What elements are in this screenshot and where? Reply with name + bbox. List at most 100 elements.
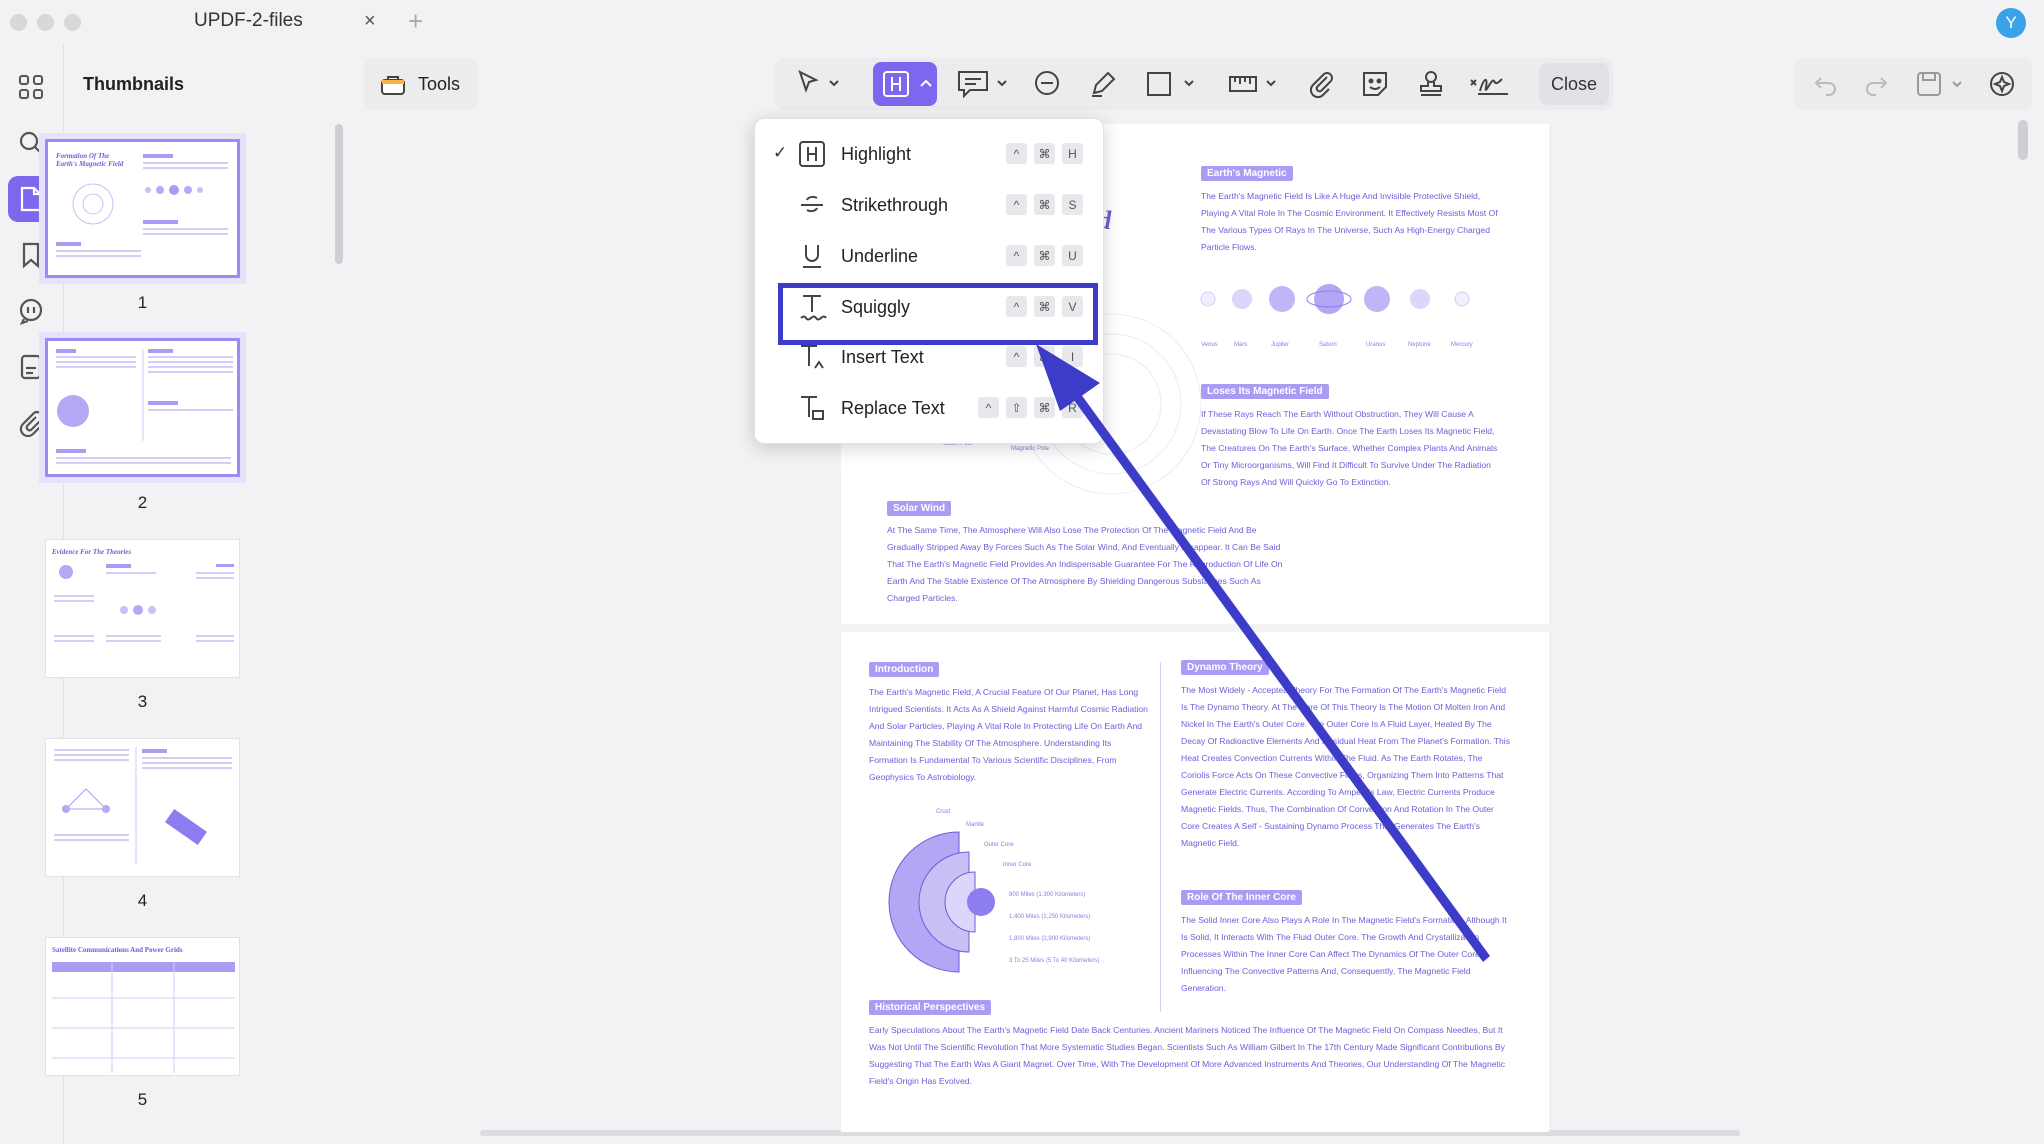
document-scrollbar[interactable] [2018,120,2028,160]
shortcut-keys: ^ ⌘ U [1006,245,1083,266]
shortcut-key: U [1062,245,1083,266]
layer-label: Mantle [966,822,985,828]
note-tool-button[interactable] [955,66,1017,102]
shortcut-key: ⌘ [1034,143,1055,164]
page-thumbnail-1[interactable]: Formation Of The Earth's Magnetic Field [45,139,240,278]
menu-item-underline[interactable]: Underline ^ ⌘ U [755,233,1105,279]
shortcut-key: I [1062,346,1083,367]
shape-tool-button[interactable] [1145,66,1205,102]
save-icon [1917,72,1962,96]
shortcut-key: ^ [1006,143,1027,164]
paragraph: If These Rays Reach The Earth Without Ob… [1201,409,1498,487]
paragraph: The Most Widely - Accepted Theory For Th… [1181,685,1510,848]
depth-label: 1,800 Miles (2,900 Kilometers) [1009,936,1091,942]
shortcut-key: H [1062,143,1083,164]
shortcut-key: ⇧ [1006,397,1027,418]
stamp-icon [1420,71,1442,96]
markup-dropdown-menu: ✓ Highlight ^ ⌘ H Strikethrough ^ ⌘ S Un… [754,118,1104,444]
tools-button[interactable]: Tools [364,58,478,110]
strikethrough-icon [801,195,823,213]
layer-label: Outer Core [984,842,1014,848]
menu-item-label: Replace Text [841,398,945,418]
depth-label: 800 Miles (1,300 Kilometers) [1009,892,1086,898]
menu-item-highlight[interactable]: ✓ Highlight ^ ⌘ H [755,131,1105,177]
ai-assistant-icon [1990,72,2014,96]
close-toolbar-button[interactable]: Close [1539,63,1609,105]
redo-icon [1866,77,1888,96]
paragraph: The Solid Inner Core Also Plays A Role I… [1181,915,1507,993]
window-zoom-button[interactable] [64,14,81,31]
page-number-5: 5 [137,1090,148,1109]
cursor-icon [798,70,839,93]
save-button[interactable] [1914,66,1970,102]
section-label: Introduction [869,662,940,677]
menu-item-replace-text[interactable]: Replace Text ^ ⇧ ⌘ R [755,385,1105,431]
menu-item-label: Highlight [841,144,912,164]
page-thumbnail-2[interactable] [45,338,240,477]
attach-file-button[interactable] [1303,66,1339,102]
measure-tool-button[interactable] [1227,66,1287,102]
page-thumbnail-5[interactable]: Satellite Communications And Power Grids [45,937,240,1076]
page-thumbnail-3[interactable]: Evidence For The Theories [45,539,240,678]
window-minimize-button[interactable] [37,14,54,31]
layer-label: Inner Core [1003,862,1032,868]
underline-icon [803,245,821,268]
user-avatar[interactable]: Y [1996,8,2026,38]
section-label: Loses Its Magnetic Field [1201,384,1329,399]
signature-icon [1470,78,1508,95]
stamp-button[interactable] [1413,66,1449,102]
ai-assistant-button[interactable] [1984,66,2020,102]
redo-button[interactable] [1858,66,1894,102]
toolbox-icon [381,76,405,95]
signature-button[interactable] [1467,66,1511,102]
comment-note-icon [958,71,1007,99]
pencil-icon [1092,71,1116,97]
select-tool-button[interactable] [789,66,849,102]
undo-button[interactable] [1808,66,1844,102]
paragraph: At The Same Time, The Atmosphere Will Al… [887,525,1283,603]
diagram-label: Magnetic Pole [1011,446,1050,452]
section-label: Role Of The Inner Core [1181,890,1302,905]
menu-item-strikethrough[interactable]: Strikethrough ^ ⌘ S [755,182,1105,228]
thumbnails-scrollbar[interactable] [335,124,343,264]
squiggly-highlight-box [778,283,1098,345]
planets-diagram [1200,284,1470,314]
page-thumbnail-4[interactable] [45,738,240,877]
planet-label: Mercury [1451,342,1473,348]
rectangle-icon [1147,72,1194,96]
planet-label: Saturn [1319,342,1337,348]
shortcut-key: ⌘ [1034,194,1055,215]
earth-layers-diagram [888,831,995,973]
markup-tool-button[interactable] [873,62,937,106]
tab-close-icon[interactable]: × [364,10,376,33]
shortcut-key: ⌘ [1034,245,1055,266]
paragraph: The Earth's Magnetic Field, A Crucial Fe… [869,687,1148,782]
paragraph: The Earth's Magnetic Field Is Like A Hug… [1201,191,1498,252]
planet-label: Neptune [1408,342,1431,348]
pencil-tool-button[interactable] [1085,66,1121,102]
text-comment-button[interactable] [1029,66,1065,102]
new-tab-icon[interactable]: + [408,6,423,37]
replace-text-icon [801,396,824,420]
shortcut-key: ⌘ [1034,346,1055,367]
paperclip-icon [1309,72,1333,99]
checkmark-icon: ✓ [773,143,788,162]
depth-label: 3 To 25 Miles (5 To 40 Kilometers) [1009,958,1100,964]
title-bar: UPDF-2-files × + Y [0,0,2044,44]
highlight-icon [799,141,825,167]
ruler-icon [1229,76,1276,92]
document-tab-title[interactable]: UPDF-2-files [194,10,303,32]
highlight-icon [883,71,909,97]
shortcut-key: ⌘ [1034,397,1055,418]
sticker-button[interactable] [1357,66,1393,102]
shortcut-key: R [1062,397,1083,418]
shortcut-keys: ^ ⌘ I [1006,346,1083,367]
page-number-2: 2 [137,493,148,512]
chevron-up-icon [920,79,932,87]
page-number-1: 1 [137,293,148,312]
column-divider [1160,662,1161,1012]
window-close-button[interactable] [10,14,27,31]
planet-label: Jupiter [1271,342,1290,348]
page-number-3: 3 [137,692,148,711]
apps-grid-icon[interactable] [8,64,54,110]
